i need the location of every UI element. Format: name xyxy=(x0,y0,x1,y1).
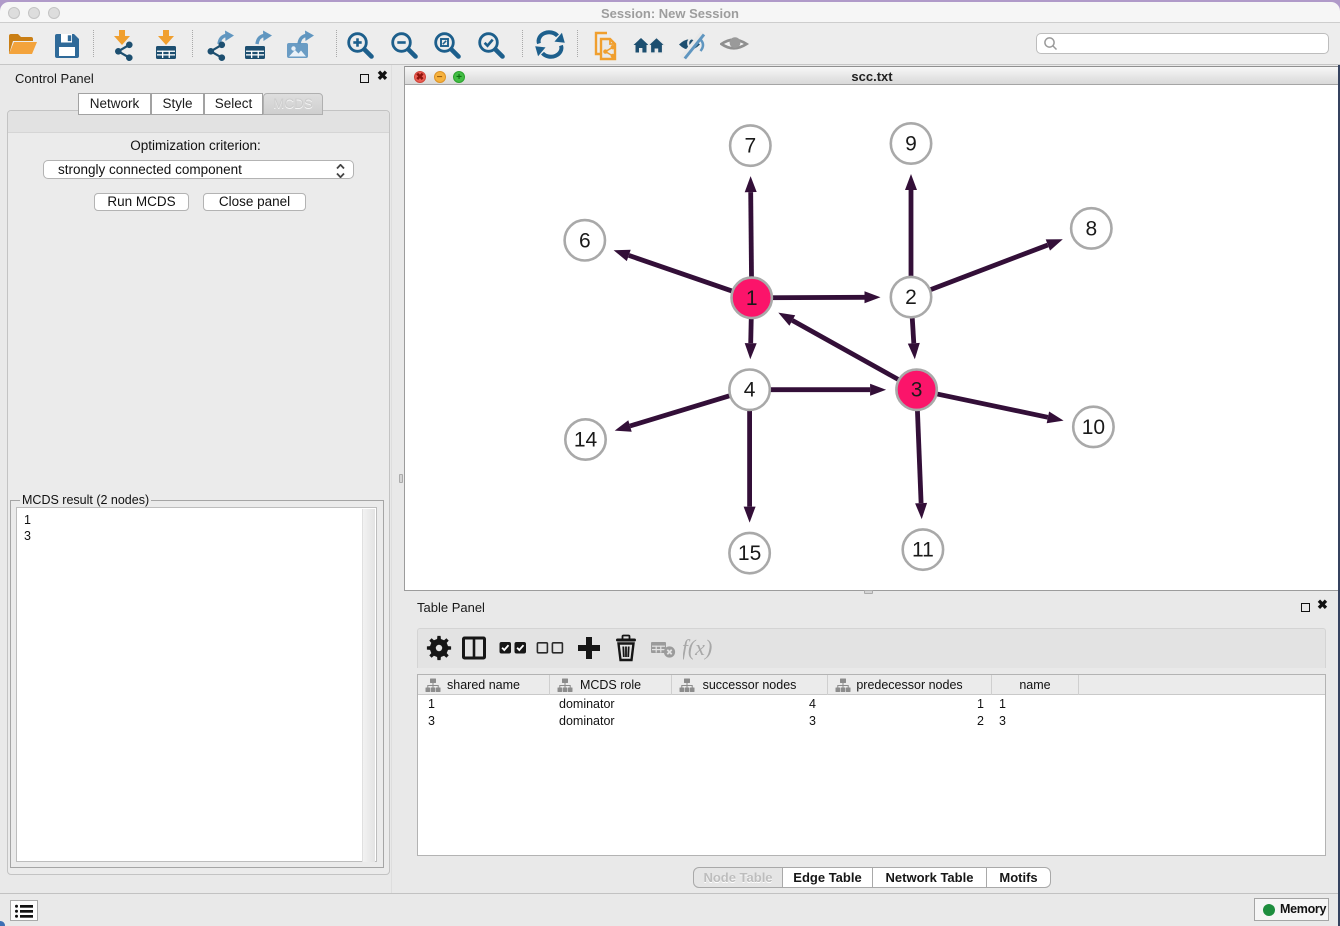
svg-text:1: 1 xyxy=(746,287,758,310)
svg-text:10: 10 xyxy=(1082,416,1105,439)
svg-text:6: 6 xyxy=(579,229,591,252)
svg-text:2: 2 xyxy=(905,286,917,309)
svg-text:7: 7 xyxy=(744,135,756,158)
svg-text:8: 8 xyxy=(1085,217,1097,240)
svg-text:14: 14 xyxy=(574,429,598,452)
svg-text:4: 4 xyxy=(744,379,756,402)
svg-text:11: 11 xyxy=(912,539,934,562)
svg-text:f(x): f(x) xyxy=(683,635,712,660)
svg-text:3: 3 xyxy=(911,379,923,402)
svg-text:9: 9 xyxy=(905,133,917,156)
svg-text:15: 15 xyxy=(738,542,761,565)
